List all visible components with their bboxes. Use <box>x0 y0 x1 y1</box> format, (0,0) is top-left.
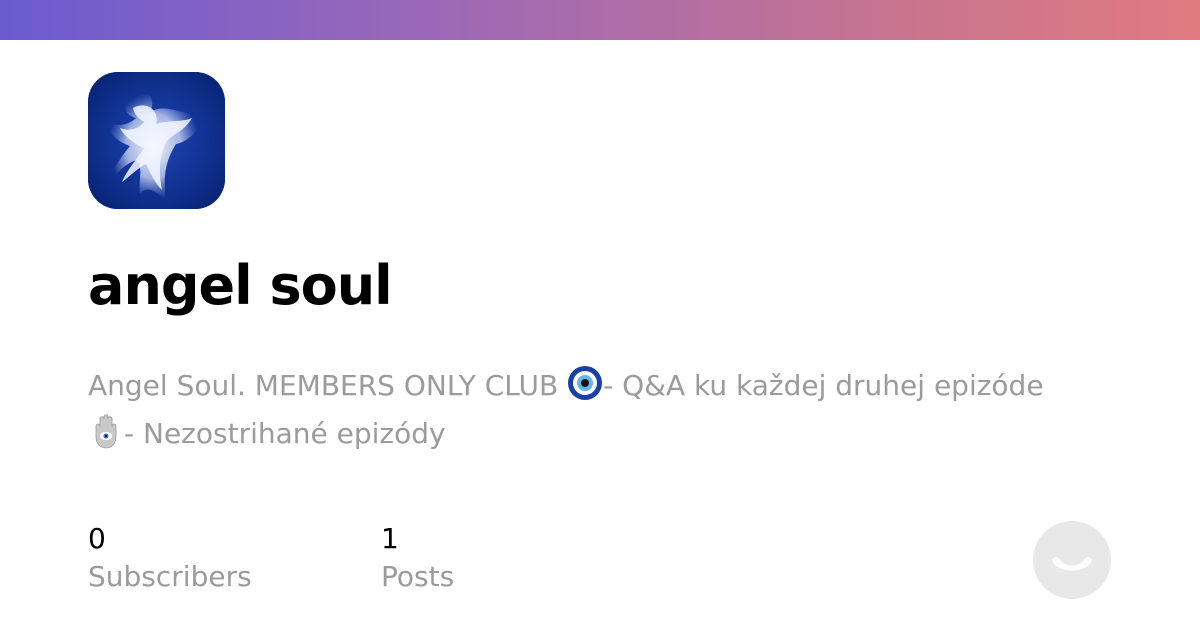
hamsa-icon <box>95 414 117 449</box>
publication-avatar <box>88 72 225 209</box>
description-text-part2: - Q&A ku každej druhej epizóde <box>603 369 1044 402</box>
posts-label: Posts <box>381 560 455 593</box>
angel-avatar-image <box>88 72 225 209</box>
subscribers-count: 0 <box>88 522 106 555</box>
posts-count: 1 <box>381 522 399 555</box>
publication-description: Angel Soul. MEMBERS ONLY CLUB - Q&A ku k… <box>88 362 1048 458</box>
subscribers-label: Subscribers <box>88 560 252 593</box>
description-text-part3: - Nezostrihané epizódy <box>124 417 446 450</box>
publication-title: angel soul <box>88 254 393 317</box>
top-gradient-bar <box>0 0 1200 40</box>
posts-stat: 1 Posts <box>381 520 454 596</box>
subscribers-stat: 0 Subscribers <box>88 520 252 596</box>
nazar-amulet-icon <box>568 366 603 400</box>
description-text-part1: Angel Soul. MEMBERS ONLY CLUB <box>88 369 568 402</box>
smiley-logo-icon <box>1033 521 1111 599</box>
